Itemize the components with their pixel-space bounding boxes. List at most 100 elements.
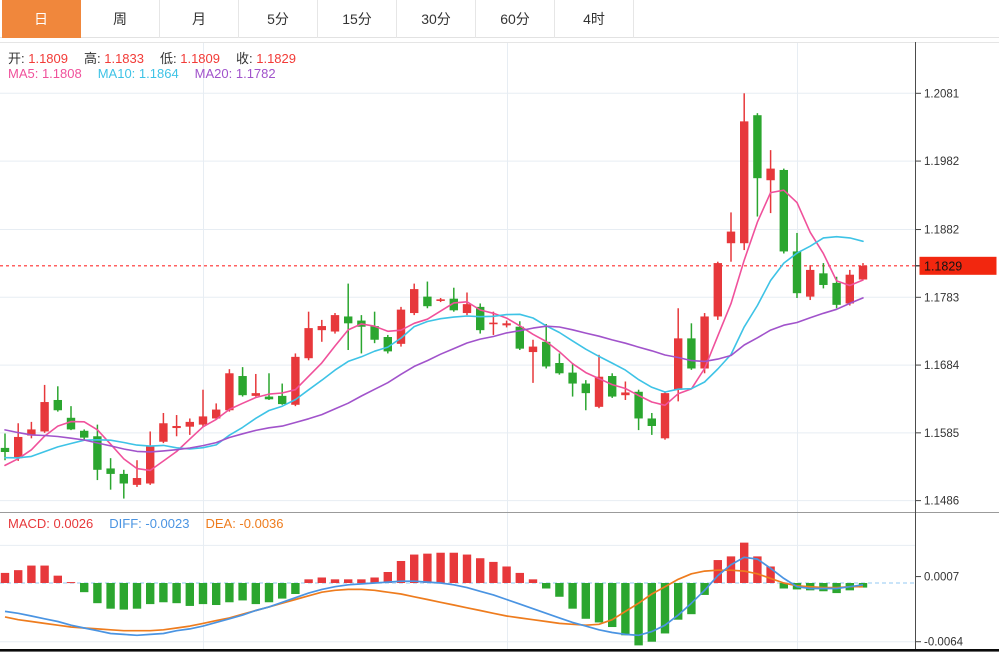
candle-body xyxy=(159,423,168,442)
macd-histogram-bar xyxy=(238,583,247,601)
candle-body xyxy=(819,273,828,285)
macd-histogram-bar xyxy=(14,570,23,583)
macd-histogram-bar xyxy=(357,579,366,583)
candle-body xyxy=(753,115,762,179)
candle-body xyxy=(80,430,89,438)
price-axis-label: 1.1486 xyxy=(924,496,959,508)
candle-body xyxy=(713,263,722,317)
macd-histogram-bar xyxy=(304,579,313,583)
readout-value: 1.1829 xyxy=(252,51,296,66)
macd-histogram-bar xyxy=(502,566,511,583)
readout-value: 1.1864 xyxy=(135,66,179,81)
candle-body xyxy=(423,296,432,307)
readout-label: 高: xyxy=(84,51,101,66)
macd-histogram-bar xyxy=(410,554,419,583)
macd-histogram-bar xyxy=(291,583,300,595)
candle-wick xyxy=(268,373,270,400)
ma-row-item: MA20: 1.1782 xyxy=(195,66,276,81)
candle-body xyxy=(832,282,841,305)
macd-histogram-bar xyxy=(542,583,551,589)
candle-body xyxy=(66,417,76,430)
macd-histogram-bar xyxy=(80,583,89,593)
macd-histogram-bar xyxy=(344,579,353,583)
candle-body xyxy=(53,399,62,411)
price-axis-label: 1.2081 xyxy=(924,88,959,100)
candle-wick xyxy=(624,381,627,400)
price-axis-label: 1.1982 xyxy=(924,156,959,168)
candle-body xyxy=(647,418,656,426)
macd-histogram-bar xyxy=(594,583,604,623)
candle-body xyxy=(93,436,102,470)
macd-histogram-bar xyxy=(568,583,577,609)
readout-value: 1.1809 xyxy=(24,51,68,66)
candle-body xyxy=(674,338,683,390)
macd-histogram-bar xyxy=(93,583,102,604)
candle-body xyxy=(660,393,670,439)
macd-row-item: MACD: 0.0026 xyxy=(8,516,93,531)
macd-histogram-bar xyxy=(106,583,115,609)
price-axis-label: 1.1585 xyxy=(924,428,959,440)
macd-histogram-bar xyxy=(449,552,458,583)
macd-histogram-bar xyxy=(172,583,181,604)
candle-wick xyxy=(321,319,323,342)
candle-body xyxy=(766,168,775,181)
readout-label: 低: xyxy=(160,51,177,66)
macd-histogram-bar xyxy=(581,583,590,619)
candlestick-chart-canvas[interactable]: 1.2081 1.1982 1.1882 1.1783 1.1684 1.1585 1.14… xyxy=(0,0,999,658)
macd-histogram-bar xyxy=(330,579,340,583)
candle-body xyxy=(410,289,419,314)
macd-histogram-bar xyxy=(423,553,432,583)
ma10-line xyxy=(4,235,864,459)
candle-body xyxy=(264,396,274,400)
readout-label: MA5: xyxy=(8,66,39,81)
ohlc-row-item: 高: 1.1833 xyxy=(84,48,144,67)
candle-body xyxy=(436,299,445,301)
candle-body xyxy=(344,316,353,324)
macd-histogram-bar xyxy=(687,583,696,615)
readout-value: -0.0036 xyxy=(235,516,284,531)
candle-body xyxy=(858,265,868,280)
candle-body xyxy=(542,341,551,367)
readout-label: 开: xyxy=(8,51,25,66)
macd-histogram-bar xyxy=(66,582,76,584)
candle-body xyxy=(14,436,23,459)
candle-body xyxy=(726,231,736,244)
macd-histogram-bar xyxy=(198,583,208,605)
candle-wick xyxy=(175,415,178,437)
macd-row-item: DIFF: -0.0023 xyxy=(109,516,189,531)
macd-histogram-bar xyxy=(264,583,274,603)
ma-row-item: MA10: 1.1864 xyxy=(98,66,179,81)
candle-body xyxy=(528,346,538,353)
macd-histogram-bar xyxy=(555,583,564,597)
ohlc-row-item: 收: 1.1829 xyxy=(236,48,296,67)
candle-body xyxy=(502,323,511,326)
macd-histogram-bar xyxy=(462,554,472,583)
candle-body xyxy=(119,473,128,484)
candle-body xyxy=(198,416,208,425)
candle-body xyxy=(568,372,577,384)
readout-label: MA10: xyxy=(97,66,136,81)
price-axis-label: 1.1783 xyxy=(924,292,959,304)
readout-value: 0.0026 xyxy=(49,516,94,531)
readout-label: DIFF: xyxy=(109,516,142,531)
readout-value: 1.1809 xyxy=(176,51,220,66)
candle-body xyxy=(132,478,142,485)
readout-label: MACD: xyxy=(8,516,50,531)
macd-axis-label: 0.0007 xyxy=(924,572,959,584)
candle-body xyxy=(238,376,247,396)
macd-histogram-bar xyxy=(476,558,485,583)
candle-wick xyxy=(4,433,6,461)
macd-histogram-bar xyxy=(278,583,287,599)
macd-histogram-bar xyxy=(740,542,749,583)
candle-body xyxy=(687,338,696,369)
ohlc-row-item: 开: 1.1809 xyxy=(8,48,68,67)
macd-histogram-bar xyxy=(225,583,234,603)
macd-histogram-bar xyxy=(119,583,128,610)
candle-body xyxy=(278,395,287,405)
price-axis-label: 1.1882 xyxy=(924,225,959,237)
macd-histogram-bar xyxy=(40,565,49,583)
candle-body xyxy=(106,468,115,474)
readout-label: MA20: xyxy=(194,66,233,81)
candle-body xyxy=(225,373,234,411)
macd-histogram-bar xyxy=(436,552,445,583)
